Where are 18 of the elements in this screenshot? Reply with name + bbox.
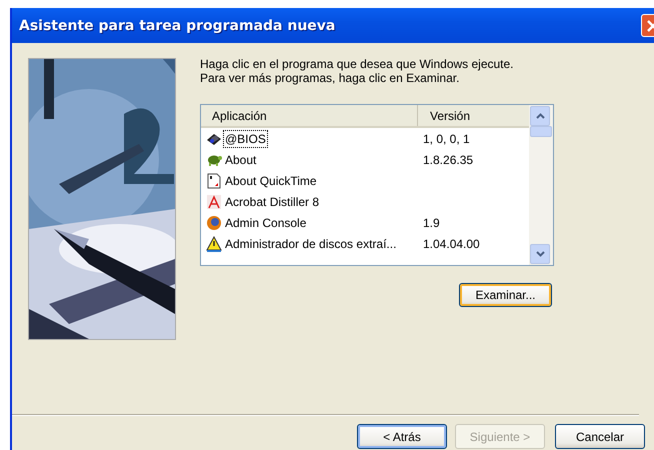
program-name[interactable]: Admin Console [223,214,308,232]
program-name[interactable]: Acrobat Distiller 8 [223,192,322,210]
column-header[interactable]: Aplicación [201,105,418,126]
version-text: 1.8.26.35 [423,152,474,166]
version-text: 1.04.04.00 [423,236,480,250]
version-text: 1, 0, 0, 1 [423,132,470,146]
program-name[interactable]: @BIOS [223,130,268,148]
program-name[interactable]: About [223,150,258,168]
window-title: Asistente para tarea programada nueva [19,18,336,34]
cancel-button[interactable]: Cancelar [555,424,645,449]
program-name[interactable]: About QuickTime [223,172,319,190]
column-header[interactable]: Versión [418,105,470,126]
instruction-text: Para ver más programas, haga clic en Examinar. [200,71,460,85]
instruction-text: Haga clic en el programa que desea que Windows ejecute. [200,57,515,71]
version-text: 1.9 [423,216,440,230]
program-name[interactable]: Administrador de discos extraí... [223,234,398,252]
back-button[interactable]: < Atrás [357,424,447,449]
browse-button[interactable]: Examinar... [459,283,552,307]
